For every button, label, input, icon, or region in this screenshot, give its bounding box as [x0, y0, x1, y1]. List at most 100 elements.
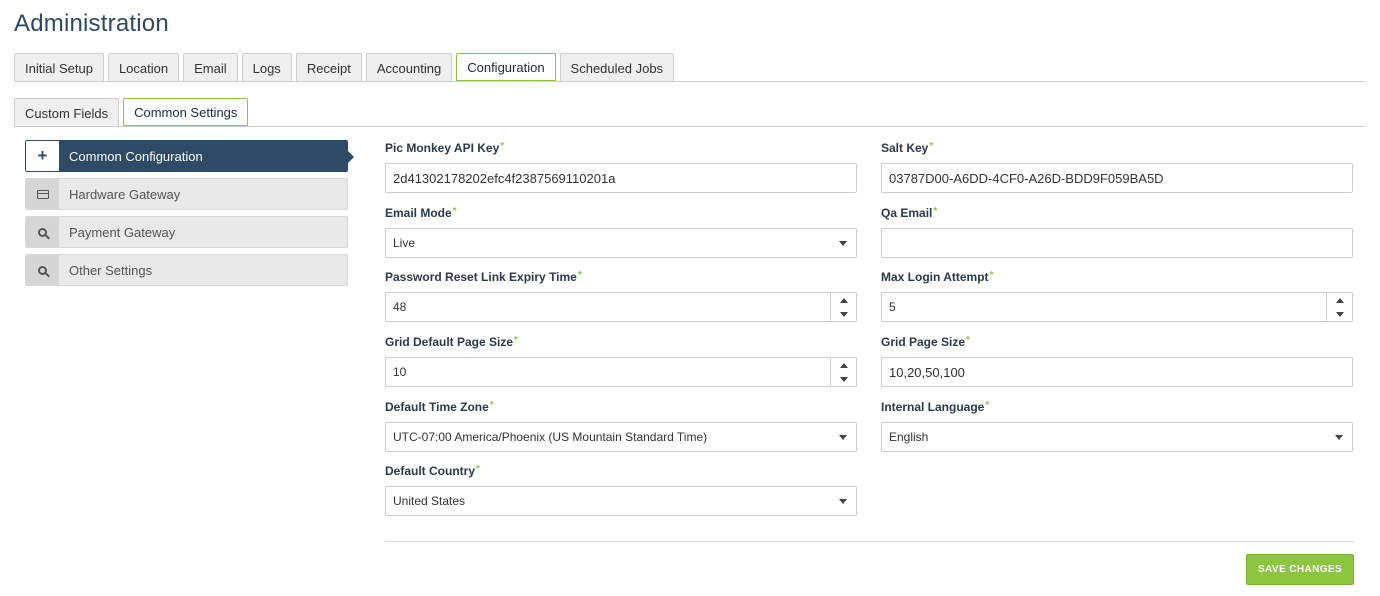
- side-item-label: Hardware Gateway: [69, 186, 181, 202]
- default-time-zone-select[interactable]: UTC-07:00 America/Phoenix (US Mountain S…: [385, 422, 857, 452]
- tab-receipt[interactable]: Receipt: [295, 53, 362, 82]
- arrow-down-icon: [839, 376, 848, 382]
- side-item-common-configuration[interactable]: + Common Configuration: [25, 140, 354, 172]
- salt-key-input[interactable]: 03787D00-A6DD-4CF0-A26D-BDD9F059BA5D: [881, 163, 1353, 193]
- default-country-value: United States: [393, 494, 466, 508]
- tab-common-settings[interactable]: Common Settings: [123, 98, 249, 127]
- default-country-label: Default Country: [385, 464, 475, 478]
- required-marker: *: [985, 400, 990, 411]
- side-item-payment-gateway[interactable]: Payment Gateway: [25, 216, 348, 248]
- salt-key-field: Salt Key* 03787D00-A6DD-4CF0-A26D-BDD9F0…: [881, 141, 1353, 193]
- side-item-label: Common Configuration: [69, 148, 203, 164]
- required-marker: *: [514, 335, 518, 346]
- spinner-down-button[interactable]: [831, 307, 856, 321]
- email-mode-field: Email Mode* Live: [385, 206, 857, 258]
- password-reset-expiry-input[interactable]: 48: [385, 292, 857, 322]
- side-item-other-settings[interactable]: Other Settings: [25, 254, 348, 286]
- internal-language-select[interactable]: English: [881, 422, 1353, 452]
- default-time-zone-label: Default Time Zone: [385, 400, 489, 414]
- number-spinner: [830, 293, 856, 321]
- plus-icon: +: [26, 141, 59, 171]
- spinner-down-button[interactable]: [1327, 307, 1352, 321]
- required-marker: *: [577, 270, 582, 281]
- spinner-up-button[interactable]: [831, 358, 856, 372]
- spinner-down-button[interactable]: [831, 372, 856, 386]
- required-marker: *: [489, 400, 494, 411]
- required-marker: *: [966, 335, 970, 346]
- search-icon: [38, 265, 47, 275]
- side-item-label: Other Settings: [69, 262, 153, 278]
- password-reset-expiry-label: Password Reset Link Expiry Time: [385, 270, 577, 284]
- tab-location[interactable]: Location: [107, 53, 180, 82]
- tab-custom-fields[interactable]: Custom Fields: [14, 98, 120, 127]
- main-tabs: Initial Setup Location Email Logs Receip…: [14, 53, 675, 82]
- internal-language-value: English: [889, 430, 929, 444]
- salt-key-label: Salt Key: [881, 141, 929, 155]
- caret-down-icon: [839, 435, 847, 440]
- required-marker: *: [933, 206, 938, 217]
- default-country-field: Default Country* United States: [385, 464, 857, 516]
- page-title: Administration: [14, 10, 169, 37]
- form-divider: [385, 541, 1354, 542]
- max-login-attempt-label: Max Login Attempt: [881, 270, 989, 284]
- tab-scheduled-jobs[interactable]: Scheduled Jobs: [559, 53, 675, 82]
- tab-accounting[interactable]: Accounting: [365, 53, 453, 82]
- number-spinner: [1326, 293, 1352, 321]
- arrow-up-icon: [839, 297, 848, 303]
- email-mode-label: Email Mode: [385, 206, 452, 220]
- default-time-zone-field: Default Time Zone* UTC-07:00 America/Pho…: [385, 400, 857, 452]
- required-marker: *: [929, 141, 934, 152]
- arrow-down-icon: [1335, 311, 1344, 317]
- qa-email-label: Qa Email: [881, 206, 933, 220]
- required-marker: *: [476, 464, 480, 475]
- grid-default-page-size-field: Grid Default Page Size* 10: [385, 335, 857, 387]
- internal-language-label: Internal Language: [881, 400, 985, 414]
- caret-down-icon: [839, 241, 847, 246]
- caret-down-icon: [839, 499, 847, 504]
- grid-default-page-size-value: 10: [393, 365, 407, 379]
- caret-down-icon: [1335, 435, 1343, 440]
- main-tabs-divider: [14, 81, 1366, 82]
- pic-monkey-api-key-label: Pic Monkey API Key: [385, 141, 500, 155]
- side-item-label: Payment Gateway: [69, 224, 176, 240]
- required-marker: *: [452, 206, 457, 217]
- search-icon: [38, 227, 47, 237]
- pic-monkey-api-key-field: Pic Monkey API Key* 2d41302178202efc4f23…: [385, 141, 857, 193]
- tab-initial-setup[interactable]: Initial Setup: [14, 53, 104, 82]
- qa-email-input[interactable]: [881, 228, 1353, 258]
- grid-default-page-size-label: Grid Default Page Size: [385, 335, 514, 349]
- arrow-down-icon: [839, 311, 848, 317]
- side-nav: + Common Configuration Hardware Gateway …: [25, 140, 354, 292]
- save-changes-button[interactable]: SAVE CHANGES: [1246, 554, 1354, 585]
- internal-language-field: Internal Language* English: [881, 400, 1353, 452]
- spinner-up-button[interactable]: [1327, 293, 1352, 307]
- email-mode-select[interactable]: Live: [385, 228, 857, 258]
- sub-tabs: Custom Fields Common Settings: [14, 98, 249, 127]
- pic-monkey-api-key-input[interactable]: 2d41302178202efc4f2387569110201a: [385, 163, 857, 193]
- qa-email-field: Qa Email*: [881, 206, 1353, 258]
- default-time-zone-value: UTC-07:00 America/Phoenix (US Mountain S…: [393, 430, 708, 444]
- tab-email[interactable]: Email: [183, 53, 238, 82]
- max-login-attempt-input[interactable]: 5: [881, 292, 1353, 322]
- grid-page-size-label: Grid Page Size: [881, 335, 966, 349]
- tab-configuration[interactable]: Configuration: [456, 53, 556, 82]
- arrow-up-icon: [1335, 297, 1344, 303]
- tab-logs[interactable]: Logs: [241, 53, 292, 82]
- arrow-up-icon: [839, 362, 848, 368]
- password-reset-expiry-field: Password Reset Link Expiry Time* 48: [385, 270, 857, 322]
- sub-tabs-divider: [14, 126, 1366, 127]
- grid-page-size-field: Grid Page Size* 10,20,50,100: [881, 335, 1353, 387]
- max-login-attempt-field: Max Login Attempt* 5: [881, 270, 1353, 322]
- default-country-select[interactable]: United States: [385, 486, 857, 516]
- spinner-up-button[interactable]: [831, 293, 856, 307]
- password-reset-expiry-value: 48: [393, 300, 407, 314]
- number-spinner: [830, 358, 856, 386]
- side-item-hardware-gateway[interactable]: Hardware Gateway: [25, 178, 348, 210]
- required-marker: *: [989, 270, 994, 281]
- grid-default-page-size-input[interactable]: 10: [385, 357, 857, 387]
- email-mode-value: Live: [393, 236, 416, 250]
- card-icon: [36, 189, 49, 199]
- required-marker: *: [500, 141, 505, 152]
- grid-page-size-input[interactable]: 10,20,50,100: [881, 357, 1353, 387]
- max-login-attempt-value: 5: [889, 300, 896, 314]
